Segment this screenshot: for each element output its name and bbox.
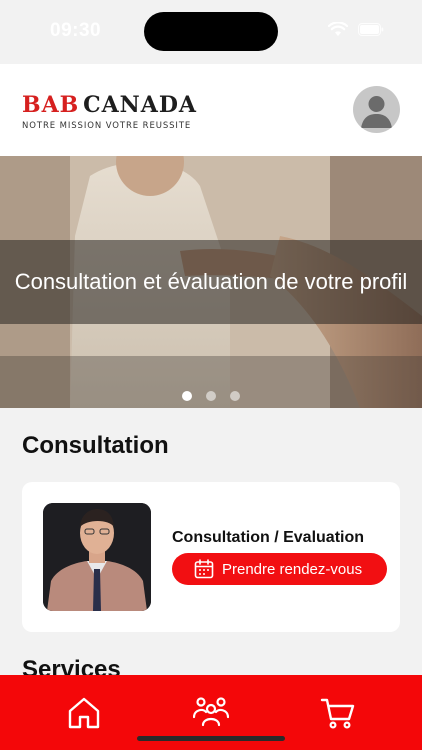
banner-caption: Consultation et évaluation de votre prof… xyxy=(14,269,408,294)
logo-tagline: NOTRE MISSION VOTRE REUSSITE xyxy=(22,121,192,131)
app-header: BAB CANADA NOTRE MISSION VOTRE REUSSITE xyxy=(0,64,422,156)
nav-cart-button[interactable] xyxy=(320,695,356,731)
banner-caption-overlay: Consultation et évaluation de votre prof… xyxy=(0,240,422,324)
wifi-icon xyxy=(328,22,348,36)
status-icons xyxy=(328,22,384,37)
banner-carousel[interactable]: Consultation et évaluation de votre prof… xyxy=(0,156,422,408)
nav-home-button[interactable] xyxy=(66,695,102,731)
dynamic-island xyxy=(144,12,278,51)
profile-avatar-button[interactable] xyxy=(353,86,400,133)
home-icon xyxy=(68,697,100,729)
calendar-icon xyxy=(194,559,214,579)
status-time: 09:30 xyxy=(50,20,102,41)
consultant-photo xyxy=(43,503,151,611)
brand-logo[interactable]: BAB CANADA NOTRE MISSION VOTRE REUSSITE xyxy=(22,92,197,136)
nav-community-button[interactable] xyxy=(192,695,230,731)
status-bar: 09:30 xyxy=(0,0,422,64)
logo-brand-part1: BAB xyxy=(22,92,80,118)
carousel-dot-2[interactable] xyxy=(206,391,216,401)
carousel-dot-1[interactable] xyxy=(182,391,192,401)
cart-icon xyxy=(320,698,355,729)
home-indicator xyxy=(137,736,285,741)
logo-wordmark: BAB CANADA xyxy=(22,92,197,118)
logo-brand-part2: CANADA xyxy=(83,92,197,118)
book-appointment-button[interactable]: Prendre rendez-vous xyxy=(172,553,387,585)
battery-icon xyxy=(358,23,384,36)
consultation-section-title: Consultation xyxy=(22,432,169,459)
person-icon xyxy=(361,96,392,128)
carousel-pagination xyxy=(0,391,422,401)
consultation-card[interactable]: Consultation / Evaluation Prendre rendez… xyxy=(22,482,400,632)
users-icon xyxy=(192,697,230,727)
consultant-portrait xyxy=(43,503,151,611)
consultation-card-title: Consultation / Evaluation xyxy=(172,529,365,546)
carousel-dot-3[interactable] xyxy=(230,391,240,401)
book-appointment-label: Prendre rendez-vous xyxy=(222,560,363,578)
